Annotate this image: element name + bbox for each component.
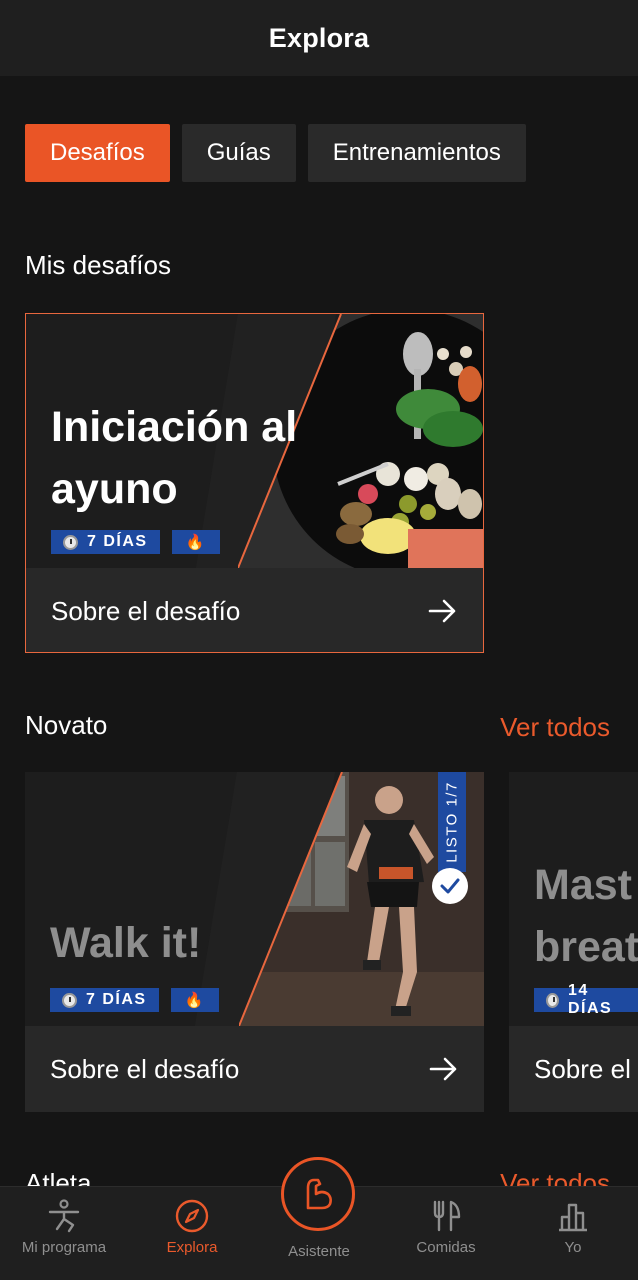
card-footer[interactable]: Sobre el desafío (26, 568, 483, 652)
duration-badge: 14 DÍAS (534, 982, 638, 1017)
category-tabs: Desafíos Guías Entrenamientos (25, 124, 526, 182)
my-challenges-heading: Mis desafíos (25, 250, 171, 280)
fire-icon: 🔥 (171, 530, 220, 554)
checkmark-icon (432, 868, 468, 904)
arrow-right-icon (428, 599, 456, 623)
challenge-card-fasting[interactable]: Iniciación al ayuno 7 DÍAS 🔥 Sobre el de… (25, 313, 484, 653)
about-challenge-label: Sobre el desafío (51, 595, 241, 626)
nav-assistant[interactable]: Asistente (255, 1243, 383, 1260)
card-hero: Iniciación al ayuno 7 DÍAS 🔥 (26, 314, 483, 568)
nav-my-program[interactable]: Mi programa (0, 1199, 128, 1256)
nav-explore[interactable]: Explora (128, 1199, 256, 1256)
card-hero: LISTO 1/7 Walk it! 7 DÍAS 🔥 (25, 772, 484, 1026)
challenge-title: Mast breat (534, 861, 638, 971)
card-footer[interactable]: Sobre el (509, 1026, 638, 1112)
about-challenge-label: Sobre el (534, 1053, 631, 1084)
compass-icon (175, 1199, 209, 1233)
fork-knife-icon (433, 1200, 461, 1232)
about-challenge-label: Sobre el desafío (50, 1053, 240, 1084)
bottom-navigation: Mi programa Explora Asistente Comidas Yo (0, 1157, 638, 1280)
top-bar: Explora (0, 0, 638, 76)
progress-ribbon: LISTO 1/7 (438, 772, 466, 872)
challenge-badges: 14 DÍAS (534, 982, 638, 1017)
nav-me[interactable]: Yo (509, 1199, 637, 1256)
fire-icon: 🔥 (170, 988, 219, 1012)
novice-see-all-link[interactable]: Ver todos (500, 712, 610, 743)
challenge-title: Iniciación al ayuno (51, 403, 298, 513)
challenge-title: Walk it! (50, 919, 202, 967)
challenge-card-walk-it[interactable]: LISTO 1/7 Walk it! 7 DÍAS 🔥 Sobre el des… (25, 772, 484, 1112)
stopwatch-icon (62, 992, 77, 1008)
novice-heading: Novato (25, 710, 108, 740)
duration-badge: 7 DÍAS (50, 988, 159, 1012)
challenge-badges: 7 DÍAS 🔥 (51, 530, 220, 554)
tab-challenges[interactable]: Desafíos (25, 124, 170, 182)
card-hero: Mast breat 14 DÍAS (509, 772, 638, 1026)
stretch-person-icon (48, 1199, 80, 1233)
tab-guides[interactable]: Guías (181, 124, 296, 182)
assistant-button[interactable] (281, 1157, 355, 1231)
arrow-right-icon (429, 1057, 457, 1081)
bar-chart-icon (559, 1203, 587, 1232)
challenge-card-breathing[interactable]: Mast breat 14 DÍAS Sobre el (509, 772, 638, 1112)
stopwatch-icon (546, 992, 559, 1008)
card-footer[interactable]: Sobre el desafío (25, 1026, 484, 1112)
nav-meals[interactable]: Comidas (382, 1199, 510, 1256)
duration-badge: 7 DÍAS (51, 530, 160, 554)
tab-workouts[interactable]: Entrenamientos (307, 124, 526, 182)
stopwatch-icon (63, 534, 78, 550)
flexed-arm-icon (306, 1178, 332, 1210)
page-title: Explora (268, 22, 370, 53)
challenge-badges: 7 DÍAS 🔥 (50, 988, 219, 1012)
